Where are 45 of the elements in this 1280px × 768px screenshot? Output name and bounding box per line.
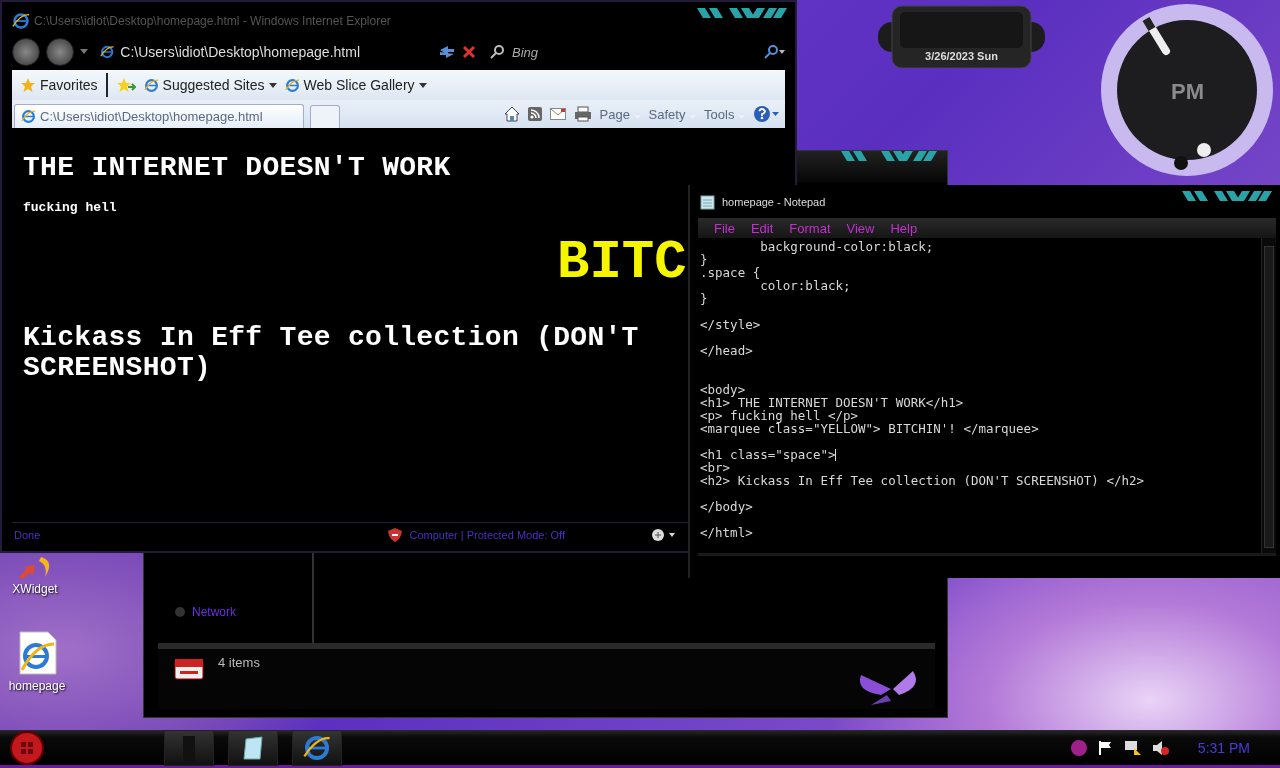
code-line: <body> — [700, 383, 747, 396]
window-title: C:\Users\idiot\Desktop\homepage.html - Windows Internet Explorer — [34, 14, 391, 28]
code-line: <h1 class="space"> — [700, 448, 838, 461]
code-line: background-color:black; — [759, 240, 935, 253]
icon-label[interactable]: homepage — [8, 679, 66, 693]
menu-item[interactable]: Format — [781, 220, 839, 236]
code-line: </body> — [700, 500, 754, 513]
search-field[interactable]: Bing — [510, 43, 634, 61]
page-heading: THE INTERNET DOESN'T WORK — [23, 152, 451, 184]
address-bar[interactable]: C:\Users\idiot\Desktop\homepage.html — [94, 39, 366, 65]
code-line: </head> — [700, 344, 754, 357]
window-title: homepage - Notepad — [722, 195, 826, 208]
favorite-link[interactable]: Suggested Sites — [143, 77, 277, 93]
code-line: <p> fucking hell </p> — [700, 409, 859, 422]
code-line: .space { — [700, 266, 761, 279]
code-line: <br> — [700, 461, 731, 474]
command-menu[interactable]: Safety — [648, 106, 697, 122]
status-text: Done — [14, 529, 41, 541]
code-line: <h1> THE INTERNET DOESN'T WORK</h1> — [700, 396, 965, 409]
favorite-link[interactable]: Web Slice Gallery — [284, 77, 427, 93]
code-line: } — [700, 292, 709, 305]
code-line: color:black; — [759, 279, 852, 292]
nav-item[interactable]: Network — [174, 605, 312, 619]
browser-tab[interactable]: C:\Users\idiot\Desktop\homepage.html — [14, 104, 304, 128]
page-subheading: Kickass In Eff Tee collection (DON'T SCREENSHOT) — [23, 323, 640, 383]
marquee-text: BITC — [557, 233, 687, 293]
code-line: <h2> Kickass In Eff Tee collection (DON'T SCREENSHOT) </h2> — [700, 474, 1145, 487]
icon-label[interactable]: XWidget — [12, 582, 58, 596]
clock-label: PM — [1170, 79, 1205, 105]
page-paragraph: fucking hell — [23, 200, 117, 215]
code-line: </html> — [700, 526, 754, 539]
menu-item[interactable]: File — [706, 220, 743, 236]
clock-time[interactable]: 5:31 PM — [1197, 739, 1250, 756]
command-menu[interactable]: Tools — [704, 106, 745, 122]
menu-item[interactable]: View — [838, 220, 883, 236]
code-line: <marquee class="YELLOW"> BITCHIN'! </marquee> — [700, 422, 1040, 435]
menu-item[interactable]: Help — [882, 220, 926, 236]
security-zone: Computer | Protected Mode: Off — [409, 529, 565, 541]
code-line: </style> — [700, 318, 762, 331]
command-menu[interactable]: Page — [599, 106, 641, 122]
favorites-button[interactable]: Favorites — [20, 77, 98, 93]
date-text: 3/26/2023 Sun — [924, 50, 999, 62]
code-line: } — [700, 253, 709, 266]
menu-item[interactable]: Edit — [742, 220, 782, 236]
item-count: 4 items — [218, 655, 260, 670]
